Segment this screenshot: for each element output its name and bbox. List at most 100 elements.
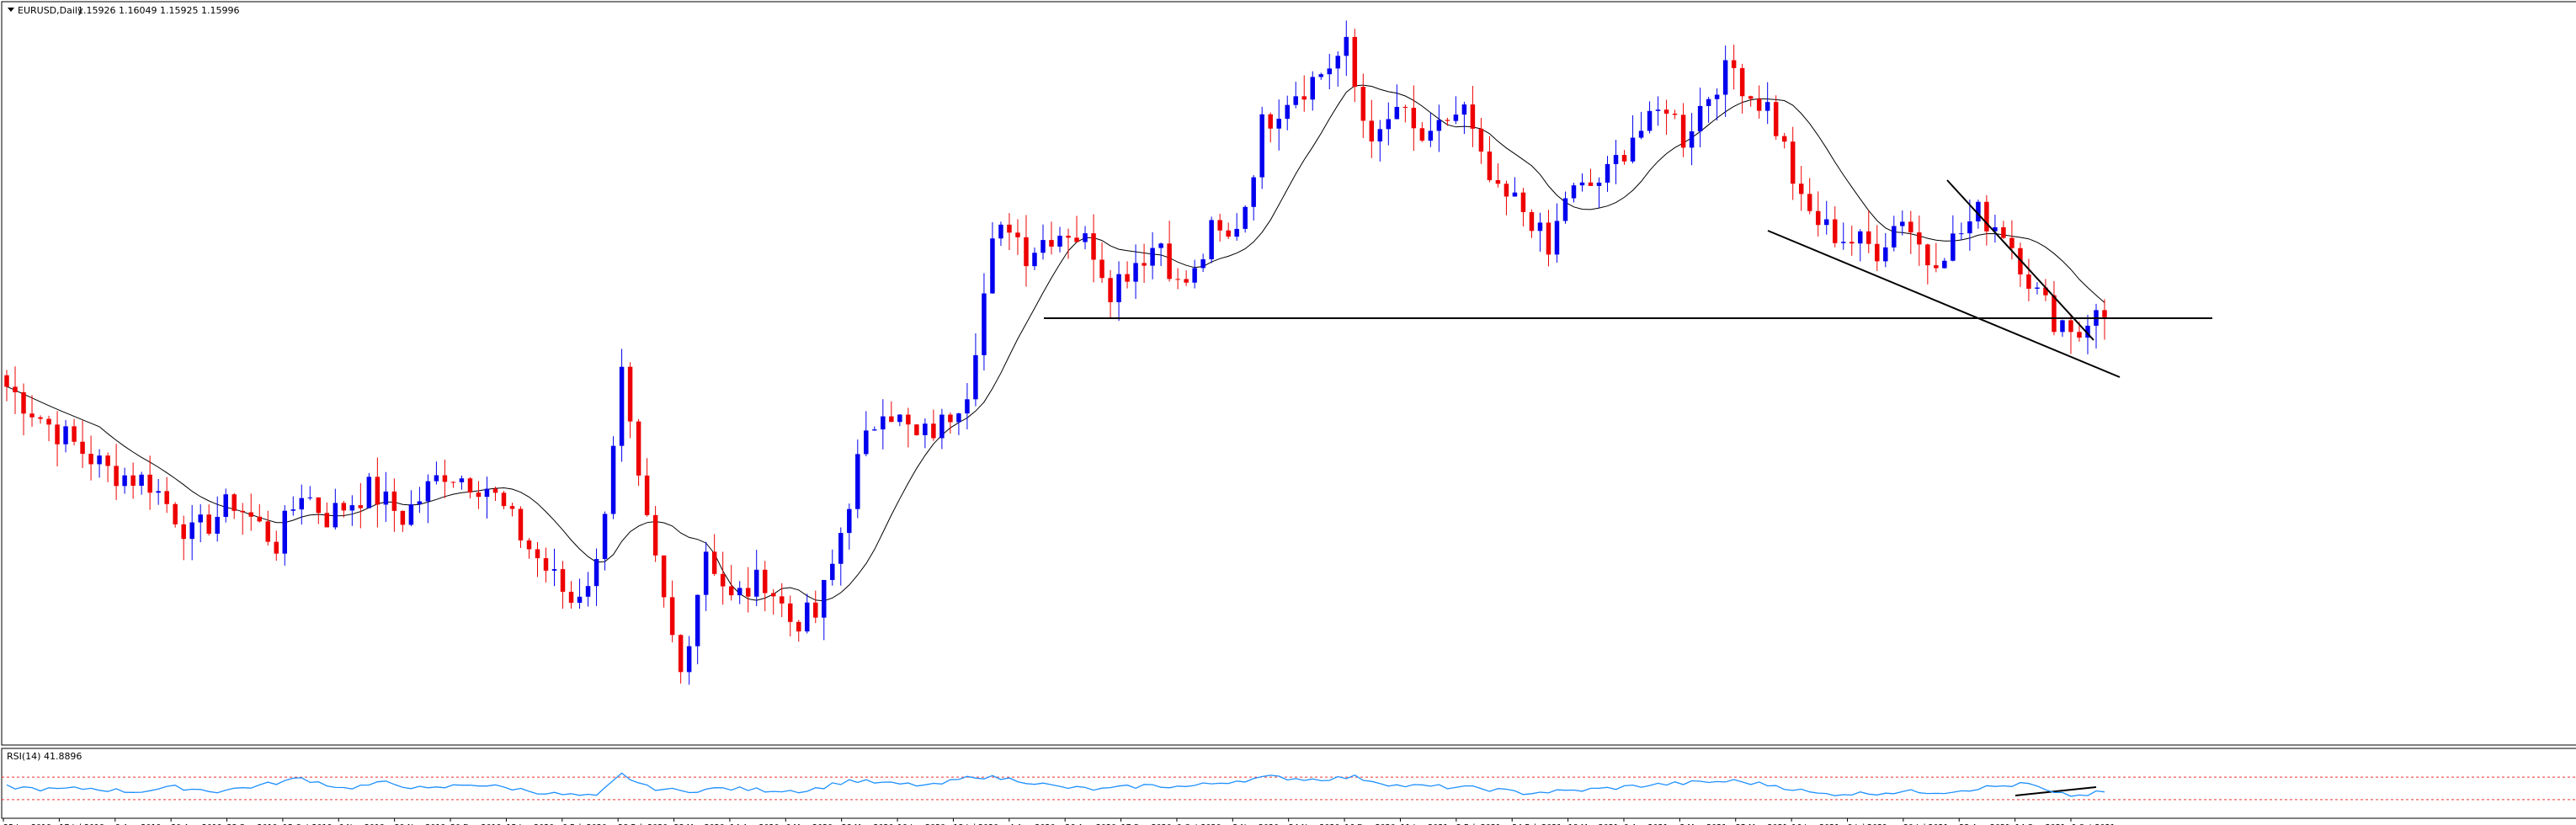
candle-body — [1142, 263, 1147, 266]
candle-body — [805, 602, 810, 632]
candle-body — [1184, 279, 1189, 283]
candle-body — [644, 475, 650, 515]
candle-body — [1487, 152, 1493, 181]
candle-body — [1352, 36, 1358, 88]
candle-body — [956, 413, 961, 423]
candle-body — [391, 491, 397, 511]
candle-body — [881, 416, 886, 430]
candle-body — [1024, 237, 1029, 267]
candle-body — [770, 593, 776, 597]
candle-body — [147, 474, 152, 493]
candle-body — [206, 514, 211, 534]
candle-body — [737, 588, 742, 596]
candle-body — [257, 516, 262, 522]
time-axis-ticks: 25 Jun 201917 Jul 20198 Aug 201930 Aug 2… — [3, 818, 2116, 825]
candle-body — [425, 481, 431, 502]
candle-body — [1579, 182, 1585, 186]
candle-body — [661, 555, 667, 598]
candle-body — [1461, 104, 1467, 115]
candle-body — [1807, 194, 1812, 211]
candle-body — [1638, 130, 1644, 138]
candle-body — [627, 366, 633, 422]
candle-body — [1790, 141, 1796, 184]
candle-body — [1377, 129, 1383, 142]
candle-body — [1285, 104, 1290, 120]
candle-body — [1546, 222, 1551, 255]
candle-body — [1554, 221, 1560, 255]
candle-body — [1798, 184, 1804, 194]
candle-body — [1613, 155, 1619, 164]
candle-body — [1057, 236, 1062, 247]
candle-body — [1706, 98, 1711, 106]
candle-body — [847, 508, 852, 534]
candle-body — [1041, 240, 1046, 253]
candle-body — [349, 505, 355, 511]
candle-body — [535, 549, 540, 559]
candle-body — [1680, 114, 1686, 148]
candle-body — [2035, 287, 2040, 289]
trendlines-layer — [1044, 179, 2212, 796]
candle-body — [1951, 233, 1956, 261]
candle-body — [838, 533, 844, 564]
candle-body — [990, 238, 995, 294]
rsi-label: RSI(14) 41.8896 — [7, 751, 82, 762]
chevron-down-icon[interactable] — [8, 8, 14, 12]
candle-body — [2060, 320, 2065, 333]
candle-body — [1066, 236, 1071, 238]
moving-average-line — [6, 84, 2105, 602]
candle-body — [139, 474, 144, 487]
candle-body — [1344, 36, 1349, 56]
candle-body — [686, 646, 692, 673]
candle-body — [1925, 244, 1930, 266]
candle-body — [1621, 155, 1627, 162]
candle-body — [501, 492, 507, 507]
candle-body — [2052, 295, 2057, 333]
candle-body — [652, 514, 658, 556]
candle-body — [914, 424, 919, 435]
candle-body — [1850, 242, 1855, 244]
candle-body — [63, 426, 68, 444]
candle-body — [1900, 221, 1905, 226]
candle-body — [2026, 274, 2031, 289]
candles-layer — [4, 20, 2107, 685]
candle-body — [822, 579, 827, 618]
candle-body — [1083, 233, 1088, 242]
channel-upper-line — [1946, 179, 2094, 341]
candle-body — [248, 512, 253, 517]
candle-body — [593, 559, 599, 587]
candle-body — [1217, 220, 1222, 231]
candle-body — [1192, 268, 1197, 283]
candle-body — [1268, 114, 1273, 129]
rsi-line — [6, 772, 2105, 797]
candle-body — [333, 503, 338, 528]
candle-body — [1125, 274, 1130, 282]
candle-body — [1875, 243, 1880, 262]
candle-body — [467, 478, 473, 493]
candle-body — [1049, 240, 1054, 247]
candle-body — [526, 540, 532, 550]
candle-body — [114, 466, 119, 487]
candle-body — [1200, 259, 1206, 269]
candle-body — [1934, 265, 1939, 269]
candle-body — [282, 510, 288, 554]
candle-body — [358, 505, 364, 508]
candle-body — [1108, 278, 1113, 302]
candle-body — [55, 424, 60, 444]
candle-body — [948, 414, 953, 423]
candle-body — [889, 416, 894, 423]
candle-body — [864, 430, 869, 455]
candle-body — [619, 366, 625, 446]
candle-body — [1167, 243, 1172, 279]
candle-body — [1697, 105, 1703, 132]
candle-body — [1647, 110, 1653, 131]
candle-body — [965, 399, 970, 414]
candle-body — [1419, 128, 1425, 141]
candle-body — [813, 602, 818, 618]
candle-body — [1310, 77, 1315, 100]
candle-body — [1984, 201, 1989, 232]
candle-body — [939, 414, 945, 439]
candle-body — [1158, 243, 1163, 248]
candle-body — [1133, 263, 1138, 282]
candle-body — [1276, 119, 1281, 129]
candle-body — [1663, 109, 1669, 114]
